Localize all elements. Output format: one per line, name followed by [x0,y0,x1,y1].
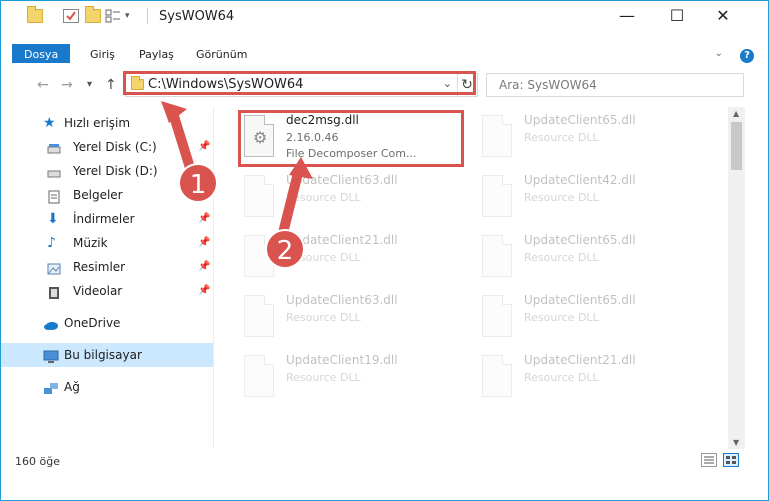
step-badge-1: 1 [178,163,218,203]
step-badge-2: 2 [265,229,305,269]
explorer-window: ▾ SysWOW64 — ☐ ✕ Dosya Giriş Paylaş Görü… [0,0,769,501]
annotation-arrows [161,101,313,238]
